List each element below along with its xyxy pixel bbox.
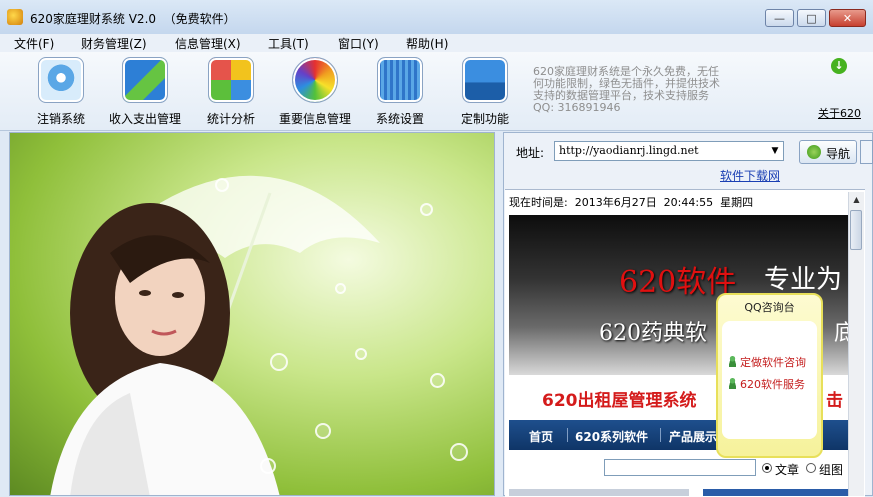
important-info-label: 重要信息管理 <box>278 112 351 126</box>
system-settings-label: 系统设置 <box>375 112 424 126</box>
color-wheel-icon <box>292 57 338 103</box>
scroll-up-icon[interactable]: ▲ <box>849 192 864 208</box>
banner-title-tail: 专业为 <box>764 265 843 295</box>
statistics-button[interactable]: 统计分析 <box>191 57 271 127</box>
puzzle-icon <box>208 57 254 103</box>
site-nav-products[interactable]: 产品展示 <box>669 428 717 445</box>
qq-item-label: 620软件服务 <box>740 378 805 391</box>
navigate-icon <box>807 145 821 159</box>
qq-item-label: 定做软件咨询 <box>740 356 806 369</box>
waveform-icon <box>377 57 423 103</box>
finance-icon <box>122 57 168 103</box>
radio-article[interactable] <box>762 463 772 473</box>
app-description: 620家庭理财系统是个永久免费，无任何功能限制，绿色无插件，并提供技术支持的数据… <box>533 65 720 114</box>
app-icon <box>7 9 23 25</box>
site-nav-divider <box>567 428 568 442</box>
download-icon[interactable]: ↓ <box>831 58 847 74</box>
navigate-button[interactable]: 导航 <box>799 140 857 164</box>
income-expense-label: 收入支出管理 <box>108 112 181 126</box>
menu-file[interactable]: 文件(F) <box>14 35 54 52</box>
banner-subtitle-tail: 底 <box>834 321 848 346</box>
menu-window[interactable]: 窗口(Y) <box>338 35 379 52</box>
toolbar: 注销系统 收入支出管理 统计分析 重要信息管理 系统设置 定制功能 <box>0 52 873 131</box>
software-download-link[interactable]: 软件下载网 <box>720 167 780 184</box>
close-button[interactable]: ✕ <box>829 9 866 27</box>
menu-help[interactable]: 帮助(H) <box>406 35 448 52</box>
menu-bar: 文件(F) 财务管理(Z) 信息管理(X) 工具(T) 窗口(Y) 帮助(H) <box>0 34 873 52</box>
person-icon <box>728 356 737 367</box>
minimize-button[interactable]: — <box>765 9 794 27</box>
qq-item-custom-software[interactable]: 定做软件咨询 <box>728 354 806 370</box>
radio-gallery[interactable] <box>806 463 816 473</box>
qq-popup-title: QQ咨询台 <box>744 301 795 314</box>
sub-banner-text[interactable]: 620出租屋管理系统 <box>542 386 697 411</box>
maximize-button[interactable]: □ <box>797 9 826 27</box>
menu-info[interactable]: 信息管理(X) <box>175 35 241 52</box>
logout-icon <box>38 57 84 103</box>
battery-icon <box>462 57 508 103</box>
site-nav-software[interactable]: 620系列软件 <box>575 428 648 445</box>
qq-consult-popup: QQ咨询台 定做软件咨询 620软件服务 <box>716 293 823 458</box>
sub-banner-tail: 击 <box>826 391 843 411</box>
menu-finance[interactable]: 财务管理(Z) <box>81 35 147 52</box>
income-expense-button[interactable]: 收入支出管理 <box>105 57 185 127</box>
scroll-thumb[interactable] <box>850 210 862 250</box>
about-link[interactable]: 关于620 <box>818 105 861 121</box>
logout-label: 注销系统 <box>36 112 85 126</box>
address-label: 地址: <box>516 146 545 160</box>
person-icon <box>728 378 737 389</box>
site-search-input[interactable] <box>604 459 756 476</box>
vertical-scrollbar[interactable]: ▲ <box>848 192 864 496</box>
banner-subtitle: 620药典软 <box>599 321 707 346</box>
current-time-text: 现在时间是: 2013年6月27日 20:44:55 星期四 <box>509 196 754 209</box>
radio-article-label: 文章 <box>775 463 800 477</box>
menu-tools[interactable]: 工具(T) <box>268 35 309 52</box>
web-bottom-strip <box>509 489 689 496</box>
photo-panel <box>9 132 495 496</box>
site-nav-divider <box>660 428 661 442</box>
custom-features-label: 定制功能 <box>460 112 509 126</box>
statistics-label: 统计分析 <box>206 112 255 126</box>
address-input[interactable]: http://yaodianrj.lingd.net <box>554 141 784 161</box>
navigate-label: 导航 <box>826 147 851 161</box>
logout-button[interactable]: 注销系统 <box>21 57 101 127</box>
custom-features-button[interactable]: 定制功能 <box>445 57 525 127</box>
address-dropdown-icon[interactable]: ▼ <box>768 142 782 160</box>
site-nav-home[interactable]: 首页 <box>529 428 553 445</box>
qq-item-software-service[interactable]: 620软件服务 <box>728 376 805 392</box>
web-bottom-strip-blue <box>703 489 848 496</box>
important-info-button[interactable]: 重要信息管理 <box>275 57 355 127</box>
radio-gallery-label: 组图 <box>819 463 844 477</box>
extra-button[interactable] <box>860 140 873 164</box>
photo-illustration <box>50 175 380 495</box>
window-title: 620家庭理财系统 V2.0 （免费软件） <box>30 12 236 26</box>
system-settings-button[interactable]: 系统设置 <box>360 57 440 127</box>
